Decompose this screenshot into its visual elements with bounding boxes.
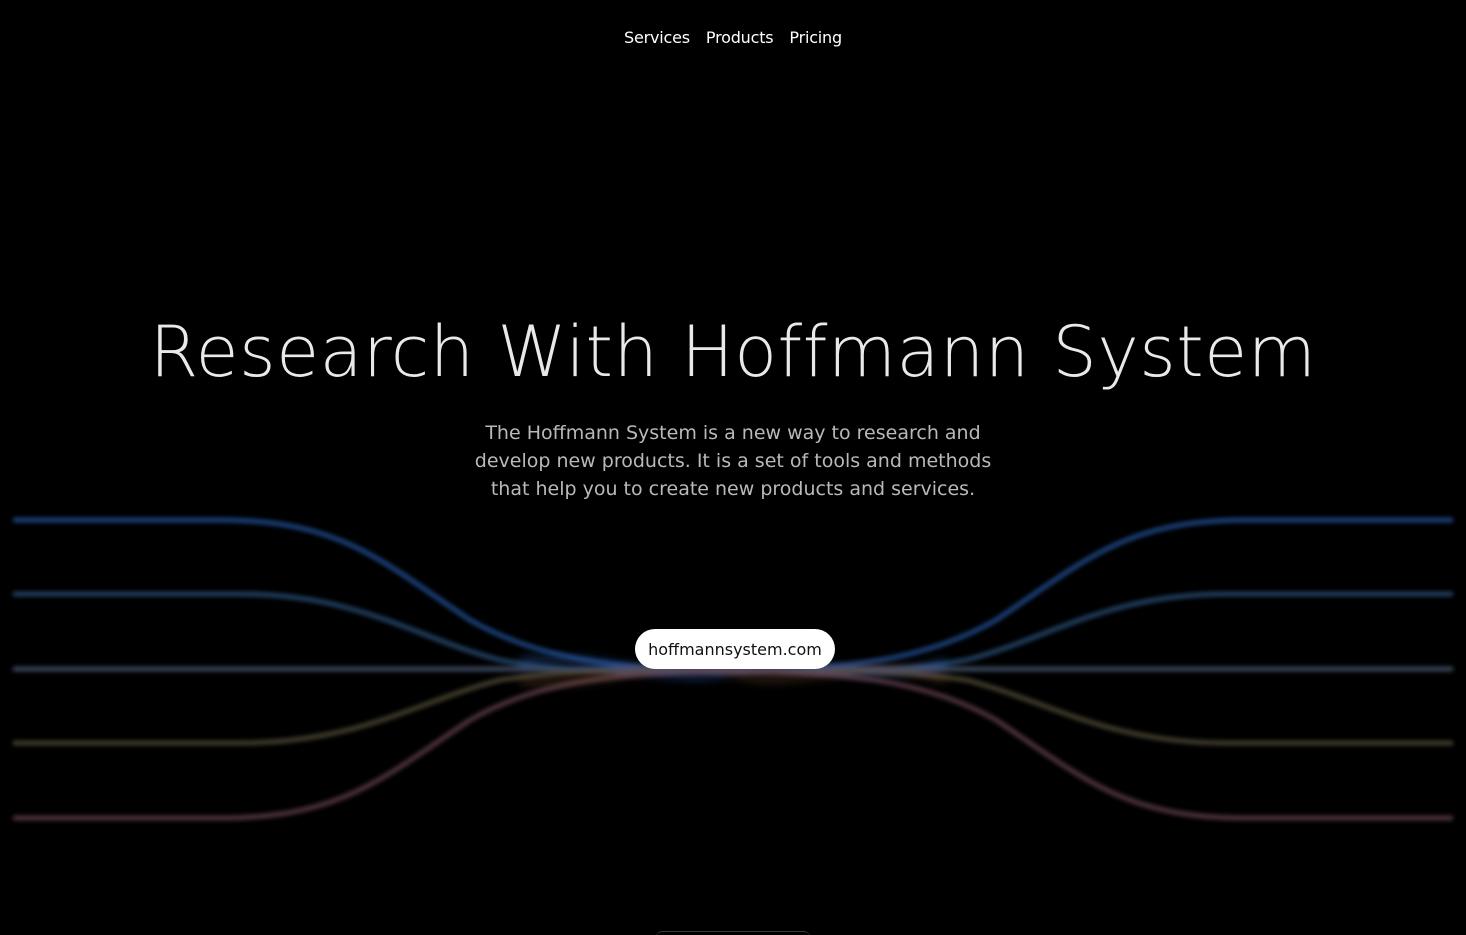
website-link-button[interactable]: hoffmannsystem.com xyxy=(635,629,835,669)
top-nav: Services Products Pricing xyxy=(0,28,1466,47)
hero-title: Research With Hoffmann System xyxy=(149,311,1317,393)
nav-link-services[interactable]: Services xyxy=(624,28,690,47)
landing-page: Services Products Pricing Research With … xyxy=(0,0,1466,935)
wave-line-4 xyxy=(12,668,1454,746)
nav-link-pricing[interactable]: Pricing xyxy=(789,28,842,47)
nav-link-products[interactable]: Products xyxy=(706,28,774,47)
scroll-hint-edge xyxy=(655,931,811,935)
hero-subtitle: The Hoffmann System is a new way to rese… xyxy=(474,422,992,500)
